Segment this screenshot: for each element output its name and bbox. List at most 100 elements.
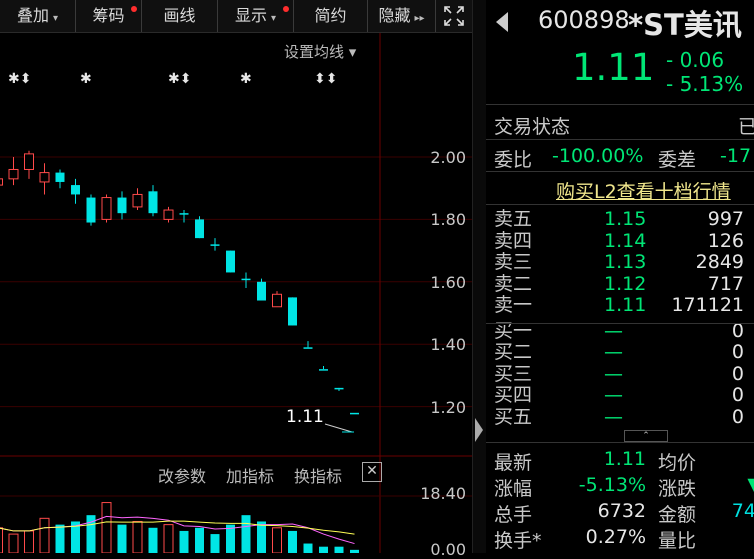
- level-price: —: [604, 341, 623, 363]
- event-marker[interactable]: ⬍⬍: [314, 71, 337, 87]
- volume-ma-line: [0, 515, 355, 545]
- display-button[interactable]: 显示 ▾: [218, 0, 294, 32]
- ask-row[interactable]: 卖四 1.14 126: [486, 230, 754, 253]
- level-label: 买五: [494, 405, 533, 428]
- event-marker[interactable]: ✱⬍: [8, 71, 31, 87]
- stat-value: 74.: [731, 500, 754, 522]
- stat-label: 涨幅: [494, 478, 533, 500]
- ask-row[interactable]: 卖二 1.12 717: [486, 273, 754, 296]
- ask-row[interactable]: 卖三 1.13 2849: [486, 251, 754, 274]
- kline-chart[interactable]: 设置均线 ▾ ✱⬍ ✱ ✱⬍ ✱ ⬍⬍ 2.00 1.80 1.60 1.40 1.20…: [0, 33, 472, 559]
- candle: [55, 169, 65, 189]
- hide-button[interactable]: 隐藏 ▸▸: [368, 0, 436, 32]
- weibi-label: 委比: [494, 149, 533, 171]
- bid-row[interactable]: 买四 — 0: [486, 384, 754, 407]
- overlay-button[interactable]: 叠加 ▾: [0, 0, 76, 32]
- level-label: 卖二: [494, 272, 533, 295]
- price-tick: 1.80: [430, 210, 466, 229]
- level-volume: 997: [707, 208, 744, 230]
- level-label: 卖五: [494, 208, 533, 230]
- stat-label: 最新: [494, 452, 533, 474]
- level-volume: 171121: [671, 294, 744, 316]
- last-price-label: 1.11: [286, 407, 324, 427]
- close-icon[interactable]: ✕: [362, 462, 382, 482]
- candle: [195, 216, 204, 239]
- level-volume: 126: [707, 229, 744, 252]
- candle: [179, 210, 189, 223]
- event-marker[interactable]: ✱: [80, 71, 92, 87]
- candle: [8, 157, 19, 186]
- candle: [241, 272, 251, 289]
- volume-bar: [179, 530, 189, 553]
- weicha-value: -17: [720, 145, 752, 167]
- level-price: 1.11: [604, 294, 647, 316]
- level-price: —: [604, 362, 623, 385]
- volume-bar: [288, 530, 297, 553]
- weicha-label: 委差: [658, 149, 697, 171]
- stat-value: 0.27%: [585, 526, 646, 548]
- weibi-value: -100.00%: [552, 145, 644, 167]
- stat-value: 6732: [597, 500, 646, 522]
- level-label: 卖三: [494, 251, 533, 273]
- stat-label: 金额: [658, 504, 697, 526]
- volume-bar: [303, 543, 313, 553]
- level-label: 卖一: [494, 294, 533, 316]
- stat-value: 1.11: [603, 448, 646, 470]
- level-label: 买四: [494, 384, 533, 406]
- quote-panel: 600898 *ST美讯 1.11 - 0.06 - 5.13% 交易状态 已 …: [486, 0, 754, 553]
- volume-bar: [39, 517, 50, 553]
- expand-arrow-icon[interactable]: [475, 418, 483, 442]
- candle: [303, 341, 313, 349]
- volume-bar: [163, 524, 174, 553]
- candle: [272, 291, 282, 308]
- ask-row[interactable]: 卖五 1.15 997: [486, 208, 754, 231]
- expand-icon[interactable]: [436, 0, 472, 32]
- price-tick: 1.40: [430, 335, 466, 354]
- candle: [101, 194, 112, 223]
- stat-value: ▼: [747, 474, 754, 496]
- price-tick: 1.20: [430, 398, 466, 417]
- stats-row: 最新 1.11 均价: [486, 448, 754, 474]
- price-tick: 2.00: [430, 148, 466, 167]
- trade-status-value: 已: [738, 116, 754, 138]
- volume-bar: [8, 533, 19, 553]
- candle: [148, 185, 158, 217]
- bid-row[interactable]: 买二 — 0: [486, 341, 754, 364]
- stats-row: 涨幅 -5.13% 涨跌 ▼: [486, 474, 754, 500]
- ma-lines: [0, 515, 355, 545]
- event-marker[interactable]: ✱⬍: [168, 71, 191, 87]
- bid-row[interactable]: 买三 — 0: [486, 363, 754, 386]
- candle: [210, 238, 220, 251]
- volume-bar: [148, 527, 158, 553]
- modify-params-button[interactable]: 改参数: [158, 463, 206, 487]
- level-volume: 0: [731, 384, 744, 406]
- volume-bar: [257, 521, 266, 553]
- draw-line-button[interactable]: 画线: [142, 0, 218, 32]
- volume-bar: [24, 530, 34, 553]
- collapse-icon[interactable]: ⌃: [624, 430, 668, 442]
- add-indicator-button[interactable]: 加指标: [226, 463, 274, 487]
- event-marker[interactable]: ✱: [240, 71, 252, 87]
- notification-dot: [283, 6, 289, 12]
- level-volume: 2849: [695, 251, 744, 273]
- volume-bar: [241, 515, 251, 553]
- chart-toolbar: 叠加 ▾ 筹码 画线 显示 ▾ 简约 隐藏 ▸▸: [0, 0, 472, 33]
- candle: [71, 178, 80, 204]
- l2-upgrade-link[interactable]: 购买L2查看十档行情: [556, 177, 731, 204]
- bid-row[interactable]: 买五 — 0: [486, 406, 754, 429]
- volume-bar: [210, 534, 220, 553]
- prev-stock-icon[interactable]: [496, 12, 508, 32]
- candle: [319, 366, 328, 371]
- last-price-pointer: [324, 423, 353, 433]
- volume-bar: [117, 524, 127, 553]
- level-price: 1.12: [604, 272, 647, 295]
- change-indicator-button[interactable]: 换指标: [294, 463, 342, 487]
- level-label: 买三: [494, 362, 533, 385]
- ask-row[interactable]: 卖一 1.11 171121: [486, 294, 754, 317]
- simple-button[interactable]: 简约: [294, 0, 368, 32]
- level-volume: 0: [731, 405, 744, 428]
- candle: [288, 297, 297, 326]
- level-label: 买二: [494, 341, 533, 363]
- candle: [163, 206, 174, 223]
- chips-button[interactable]: 筹码: [76, 0, 142, 32]
